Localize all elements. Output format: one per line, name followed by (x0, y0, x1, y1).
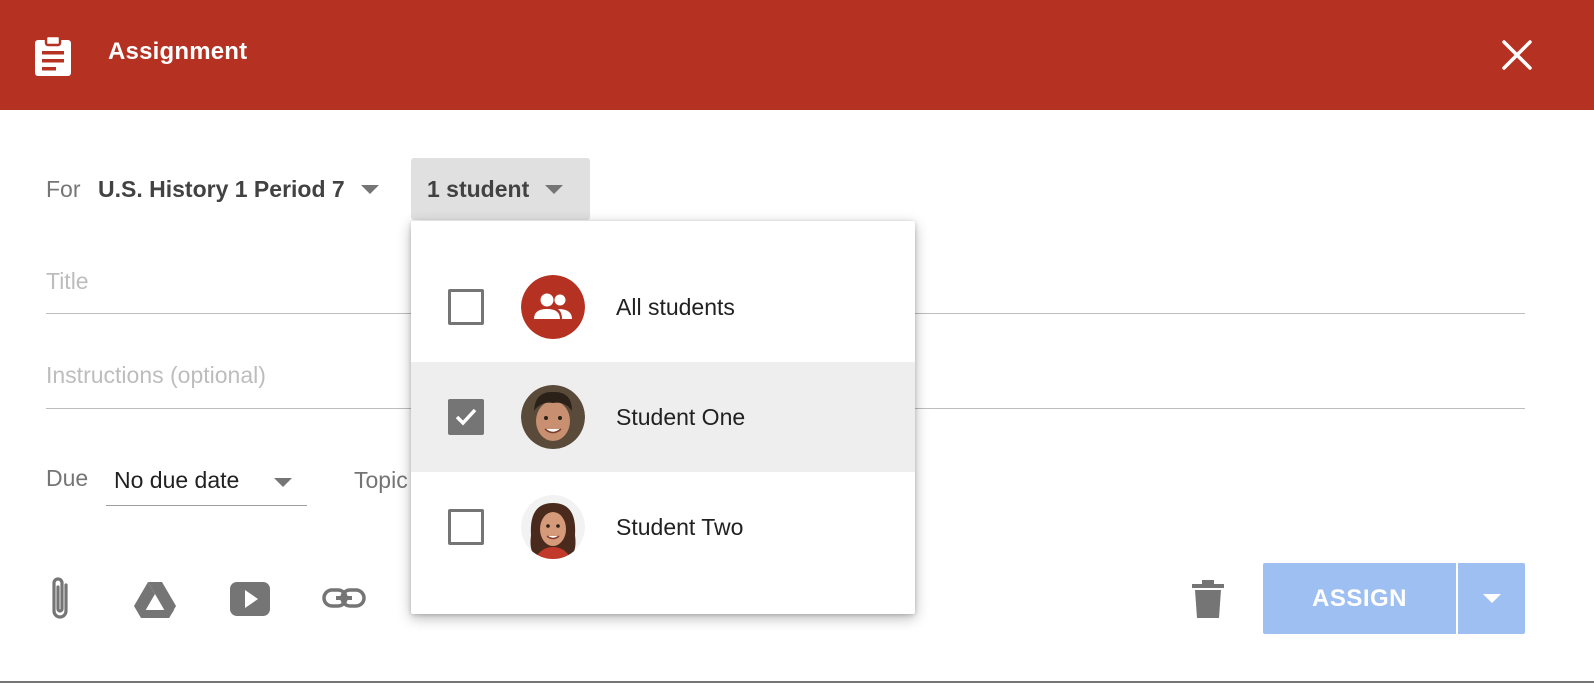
due-date-value: No due date (114, 467, 240, 493)
student-option-all[interactable]: All students (411, 252, 915, 362)
student-option-label: Student Two (616, 514, 744, 540)
due-date-select[interactable]: No due date (106, 456, 307, 506)
chevron-down-icon (360, 184, 379, 194)
avatar (521, 495, 585, 559)
close-icon[interactable] (1500, 38, 1534, 72)
student-option-label: Student One (616, 404, 746, 430)
paperclip-icon[interactable] (44, 575, 78, 623)
checkbox-checked[interactable] (448, 399, 484, 435)
dialog-header: Assignment (0, 0, 1594, 110)
youtube-icon[interactable] (229, 580, 271, 618)
avatar (521, 385, 585, 449)
topic-select[interactable]: Topic (354, 467, 408, 494)
due-label: Due (46, 465, 89, 491)
assignment-clipboard-icon (35, 35, 71, 76)
for-label: For (46, 176, 81, 202)
class-select[interactable]: U.S. History 1 Period 7 (98, 172, 379, 206)
dialog-title: Assignment (108, 38, 248, 65)
student-option-label: All students (616, 294, 735, 320)
assign-options-button[interactable] (1458, 563, 1525, 634)
divider (0, 681, 1594, 683)
students-count: 1 student (427, 175, 530, 202)
chevron-down-icon (274, 478, 292, 487)
link-icon[interactable] (322, 585, 366, 611)
chevron-down-icon (1482, 594, 1501, 603)
checkmark-icon (455, 408, 477, 426)
class-name: U.S. History 1 Period 7 (98, 175, 345, 202)
checkbox-unchecked[interactable] (448, 289, 484, 325)
student-dropdown-menu: All students Student One Student Two (411, 221, 915, 614)
students-select-button[interactable]: 1 student (411, 158, 590, 220)
student-option-two[interactable]: Student Two (411, 472, 915, 582)
student-option-one[interactable]: Student One (411, 362, 915, 472)
chevron-down-icon (545, 184, 564, 194)
assign-button[interactable]: ASSIGN (1263, 563, 1456, 634)
trash-icon[interactable] (1190, 578, 1226, 620)
checkbox-unchecked[interactable] (448, 509, 484, 545)
google-drive-icon[interactable] (134, 580, 176, 618)
group-icon (521, 275, 585, 339)
